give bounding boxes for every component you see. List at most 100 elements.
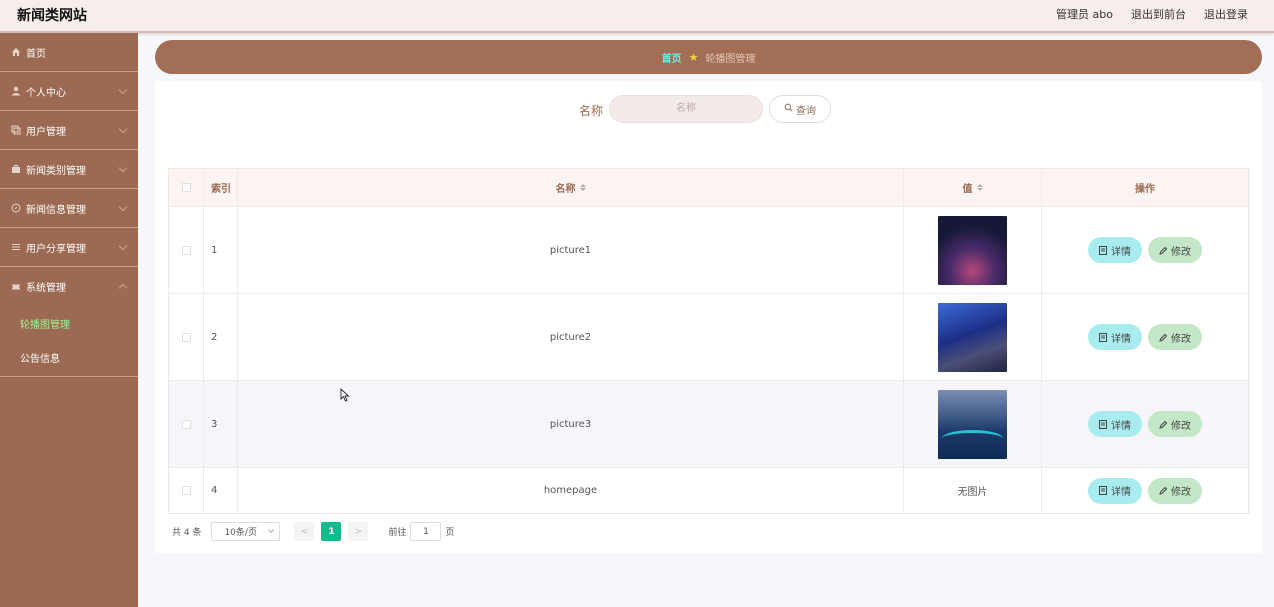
sidebar-item-home[interactable]: 首页 [0,33,138,72]
sidebar-item-personal-center[interactable]: 个人中心 [0,72,138,111]
star-icon: ★ [688,50,699,64]
table-row: 3 picture3 详情 修改 [169,380,1248,467]
page-suffix: 页 [445,528,455,538]
sidebar-item-label: 新闻类别管理 [26,165,86,177]
row-value-cell [904,207,1042,293]
sidebar-item-label: 个人中心 [26,87,66,99]
search-button[interactable]: 查询 [769,95,831,123]
select-all-checkbox[interactable] [181,183,191,192]
sidebar-item-label: 用户分享管理 [26,243,86,255]
header-index: 索引 [204,169,238,206]
page-size-select[interactable]: 10条/页 [211,522,281,541]
edit-button-label: 修改 [1171,246,1191,258]
sidebar-item-news-category[interactable]: 新闻类别管理 [0,150,138,189]
row-checkbox[interactable] [181,419,191,429]
data-table: 索引 名称 值 操作 1 picture1 详情 修改 2 picture2 详… [168,168,1249,514]
row-checkbox[interactable] [181,245,191,255]
briefcase-icon [10,164,21,175]
row-index: 1 [204,207,238,293]
goto-label: 前往 [388,528,407,538]
edit-button[interactable]: 修改 [1148,477,1202,504]
row-actions: 详情 修改 [1042,381,1248,467]
chevron-down-icon [118,163,128,173]
row-thumbnail-image [938,302,1007,372]
pencil-icon [1159,246,1167,255]
row-actions: 详情 修改 [1042,207,1248,293]
header-actions: 管理员 abo 退出到前台 退出登录 [1056,6,1248,22]
search-input[interactable]: 名称 [609,95,763,123]
sidebar-item-label: 系统管理 [26,283,66,294]
row-value-cell [904,294,1042,380]
detail-button[interactable]: 详情 [1088,477,1142,504]
edit-button[interactable]: 修改 [1148,324,1202,350]
table-header: 索引 名称 值 操作 [169,169,1248,206]
header-checkbox-cell [169,169,204,206]
row-name: homepage [238,468,904,513]
row-index: 3 [204,381,238,467]
row-value-text: 无图片 [904,468,1042,513]
row-checkbox-cell [169,381,204,467]
pencil-icon [1159,333,1167,342]
system-submenu: 轮播图管理 公告信息 [0,306,138,377]
table-row: 2 picture2 详情 修改 [169,293,1248,380]
main-panel: 名称 名称 查询 索引 名称 值 操作 1 picture1 详情 修改 2 p… [155,81,1262,553]
pencil-icon [1159,486,1167,495]
chevron-down-icon [268,527,275,533]
document-icon [1099,486,1107,495]
detail-button[interactable]: 详情 [1088,237,1142,263]
row-actions: 详情 修改 [1042,294,1248,380]
copy-icon [10,125,21,136]
sidebar-subitem-announcement[interactable]: 公告信息 [0,340,138,374]
user-icon [10,86,21,97]
row-name: picture1 [238,207,904,293]
sort-icon[interactable] [976,184,983,191]
sidebar-item-label: 首页 [26,48,46,60]
row-name: picture3 [238,381,904,467]
list-icon [10,242,21,253]
chevron-down-icon [118,241,128,251]
sidebar-subitem-carousel[interactable]: 轮播图管理 [0,306,138,340]
edit-button-label: 修改 [1171,487,1191,498]
row-checkbox-cell [169,294,204,380]
row-thumbnail-image [938,215,1007,285]
edit-button[interactable]: 修改 [1148,411,1202,437]
row-name: picture2 [238,294,904,380]
sidebar-item-news-info[interactable]: 新闻信息管理 [0,189,138,228]
header-name[interactable]: 名称 [238,169,904,206]
exit-to-frontend-link[interactable]: 退出到前台 [1131,6,1186,22]
top-header: 新闻类网站 管理员 abo 退出到前台 退出登录 [0,0,1274,33]
search-icon [784,103,793,115]
chevron-down-icon [118,85,128,95]
sidebar-item-system[interactable]: 系统管理 [0,267,138,306]
admin-user-label[interactable]: 管理员 abo [1056,6,1113,22]
row-index: 4 [204,468,238,513]
sidebar-item-user-share[interactable]: 用户分享管理 [0,228,138,267]
logout-link[interactable]: 退出登录 [1204,6,1248,22]
breadcrumb-home[interactable]: 首页 [662,50,682,65]
page-number-current[interactable]: 1 [321,522,342,541]
header-value[interactable]: 值 [904,169,1042,206]
goto-page-input[interactable]: 1 [410,522,442,541]
row-checkbox[interactable] [181,486,191,495]
page-size-value: 10条/页 [224,528,257,538]
prev-page-button[interactable]: < [294,522,315,541]
next-page-button[interactable]: > [348,522,369,541]
row-actions: 详情 修改 [1042,468,1248,513]
table-row: 4 homepage 无图片 详情 修改 [169,467,1248,513]
site-title: 新闻类网站 [17,8,87,24]
detail-button-label: 详情 [1111,487,1131,498]
sort-icon[interactable] [579,184,586,191]
header-actions: 操作 [1135,184,1155,195]
sidebar: 首页 个人中心 用户管理 新闻类别管理 新闻信息管理 用户分享管理 系统管理 轮… [0,33,138,607]
edit-button[interactable]: 修改 [1148,237,1202,263]
edit-button-label: 修改 [1171,420,1191,432]
detail-button-label: 详情 [1111,246,1131,258]
document-icon [1099,419,1107,429]
row-checkbox[interactable] [181,332,191,342]
detail-button[interactable]: 详情 [1088,324,1142,350]
detail-button[interactable]: 详情 [1088,411,1142,437]
row-index: 2 [204,294,238,380]
sidebar-item-user-management[interactable]: 用户管理 [0,111,138,150]
header-name-label: 名称 [555,184,576,195]
row-checkbox-cell [169,468,204,513]
